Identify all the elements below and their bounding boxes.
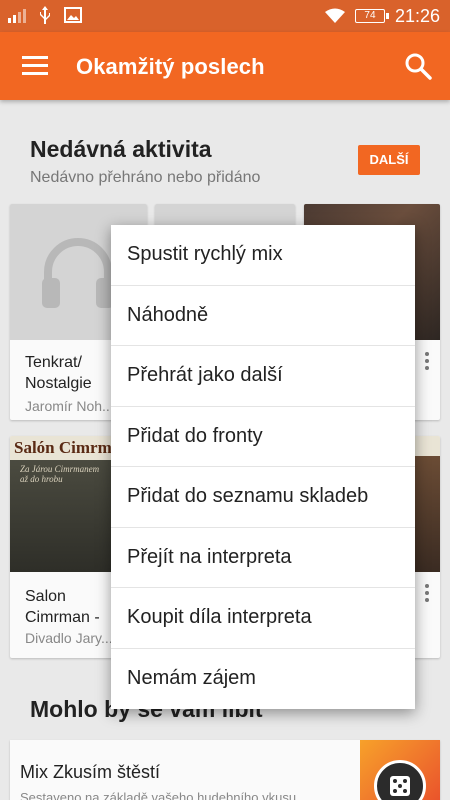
- mix-subtitle: Sestaveno na základě vašeho hudebního vk…: [20, 790, 297, 800]
- page-title: Okamžitý poslech: [76, 54, 265, 79]
- dice-icon: [390, 776, 410, 796]
- menu-icon[interactable]: [22, 56, 48, 76]
- battery-icon: 74: [354, 9, 389, 23]
- album-title: Tenkrat/ Nostalgie: [25, 354, 92, 392]
- signal-icon: [8, 9, 26, 23]
- shuffle-play-button[interactable]: [374, 760, 426, 800]
- status-time: 21:26: [394, 6, 440, 26]
- image-icon: [64, 7, 82, 23]
- menu-item-instant-mix[interactable]: Spustit rychlý mix: [111, 225, 415, 286]
- status-bar: 74 21:26: [0, 0, 450, 32]
- section-title-recent: Nedávná aktivita: [30, 136, 212, 162]
- menu-item-play-next[interactable]: Přehrát jako další: [111, 346, 415, 407]
- album-artist: Divadlo Jary...: [25, 630, 113, 646]
- menu-item-shuffle[interactable]: Náhodně: [111, 286, 415, 346]
- menu-item-buy-artist[interactable]: Koupit díla interpreta: [111, 588, 415, 649]
- mix-art: [360, 740, 440, 800]
- menu-item-add-to-queue[interactable]: Přidat do fronty: [111, 407, 415, 467]
- more-options-icon[interactable]: [424, 584, 430, 604]
- album-art-caption: Za Járou Cimrmanem až do hrobu: [20, 464, 100, 484]
- album-title: Salon Cimrman -: [25, 588, 100, 626]
- album-artist: Jaromír Noh...: [25, 398, 114, 414]
- headphones-icon: [42, 238, 114, 308]
- more-options-icon[interactable]: [424, 352, 430, 372]
- more-button[interactable]: DALŠÍ: [358, 145, 420, 175]
- app-bar: Okamžitý poslech: [0, 32, 450, 100]
- mix-title: Mix Zkusím štěstí: [20, 762, 161, 782]
- section-subtitle-recent: Nedávno přehráno nebo přidáno: [30, 169, 261, 186]
- context-menu: Spustit rychlý mix Náhodně Přehrát jako …: [111, 225, 415, 709]
- menu-item-add-to-playlist[interactable]: Přidat do seznamu skladeb: [111, 467, 415, 528]
- menu-item-go-to-artist[interactable]: Přejít na interpreta: [111, 528, 415, 588]
- usb-icon: [40, 6, 50, 24]
- search-icon[interactable]: [404, 52, 432, 80]
- wifi-icon: [324, 8, 345, 23]
- mix-card[interactable]: Mix Zkusím štěstí Sestaveno na základě v…: [10, 740, 440, 800]
- menu-item-not-interested[interactable]: Nemám zájem: [111, 649, 415, 710]
